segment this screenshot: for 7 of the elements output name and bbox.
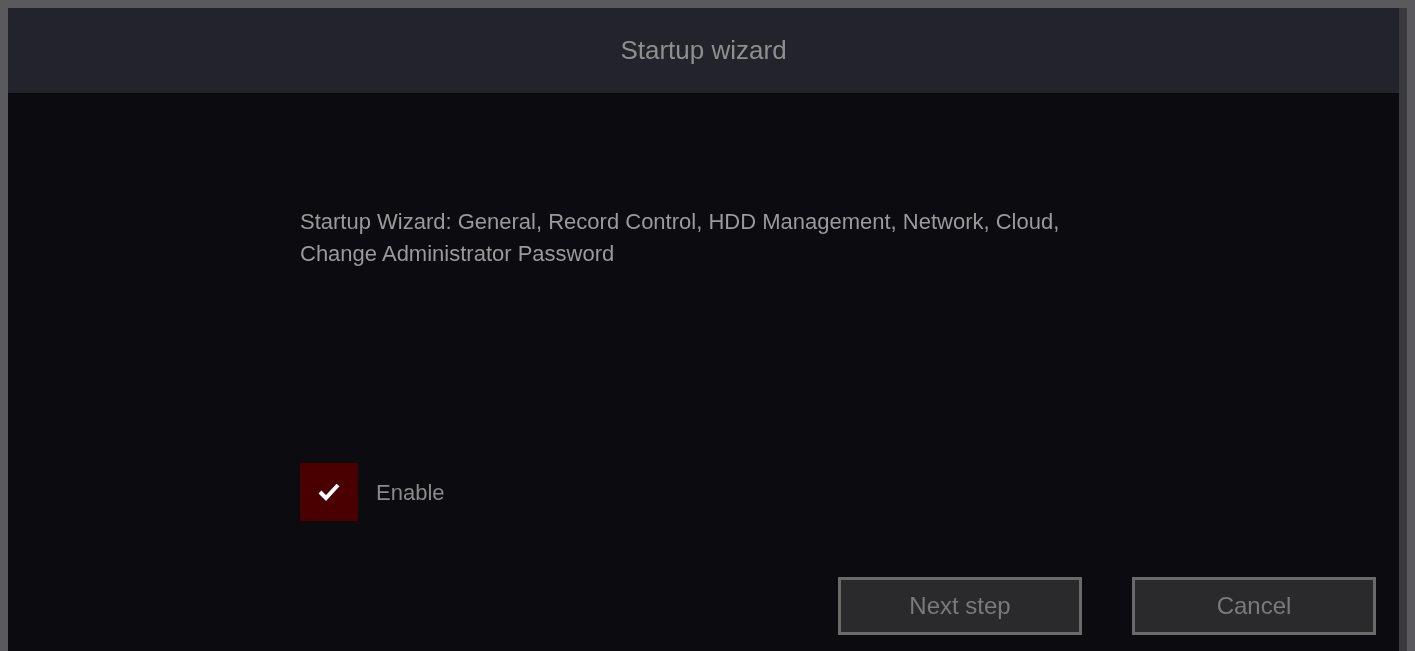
window-title: Startup wizard	[620, 34, 787, 67]
description-text: Startup Wizard: General, Record Control, HDD Management, Network, Cloud, Change Administrator Password	[300, 208, 1061, 268]
dialog-button[interactable]: Cancel	[1132, 577, 1376, 635]
checkmark-icon	[317, 482, 341, 502]
checkbox-label: Enable	[376, 478, 445, 507]
dialog-button[interactable]: Next step	[838, 577, 1082, 635]
enable-checkbox[interactable]	[300, 463, 358, 521]
